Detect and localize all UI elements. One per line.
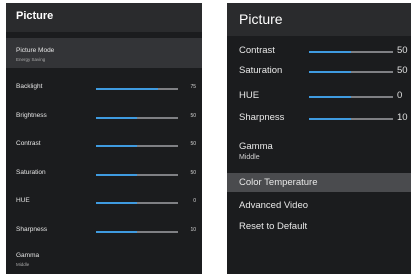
sharpness-label: Sharpness — [239, 112, 285, 123]
hue-slider-fill — [309, 96, 351, 98]
sharpness-label: Sharpness — [16, 226, 48, 233]
picture-mode-value: Energy Saving — [16, 57, 46, 62]
hue-label: HUE — [239, 90, 260, 101]
backlight-label: Backlight — [16, 83, 43, 90]
brightness-item[interactable]: Brightness 50 — [6, 109, 202, 125]
contrast-item[interactable]: Contrast 50 — [6, 137, 202, 153]
gamma-value: Middle — [16, 262, 30, 267]
saturation-item[interactable]: Saturation 50 — [6, 166, 202, 182]
saturation-label: Saturation — [239, 65, 283, 76]
gamma-value: Middle — [239, 154, 260, 161]
gamma-label: Gamma — [239, 141, 273, 152]
gamma-label: Gamma — [16, 252, 40, 259]
menu-title: Picture — [16, 10, 54, 22]
picture-menu-left: Picture Picture Mode Energy Saving Backl… — [6, 3, 202, 274]
menu-header: Picture — [6, 3, 202, 32]
gamma-item[interactable]: Gamma Middle — [227, 139, 411, 165]
saturation-item[interactable]: Saturation 50 — [227, 62, 411, 80]
hue-value: 0 — [397, 90, 403, 101]
picture-mode-label: Picture Mode — [16, 47, 55, 54]
sharpness-slider-fill — [309, 118, 351, 120]
hue-slider-fill — [96, 202, 137, 204]
brightness-value: 50 — [190, 113, 196, 119]
saturation-slider-fill — [96, 174, 137, 176]
hue-item[interactable]: HUE 0 — [6, 194, 202, 210]
brightness-slider-fill — [96, 117, 137, 119]
menu-title: Picture — [239, 11, 283, 27]
picture-mode-item[interactable]: Picture Mode Energy Saving — [6, 38, 202, 68]
contrast-item[interactable]: Contrast 50 — [227, 42, 411, 60]
sharpness-slider-fill — [96, 231, 137, 233]
backlight-value: 75 — [190, 84, 196, 90]
sharpness-slider[interactable] — [309, 118, 393, 120]
hue-item[interactable]: HUE 0 — [227, 87, 411, 105]
advanced-video-label: Advanced Video — [239, 200, 309, 211]
color-temperature-item[interactable]: Color Temperature — [227, 173, 411, 192]
sharpness-slider[interactable] — [96, 231, 178, 233]
saturation-slider-fill — [309, 71, 351, 73]
contrast-label: Contrast — [239, 45, 275, 56]
brightness-slider[interactable] — [96, 117, 178, 119]
sharpness-item[interactable]: Sharpness 10 — [227, 109, 411, 127]
contrast-value: 50 — [397, 45, 408, 56]
backlight-item[interactable]: Backlight 75 — [6, 80, 202, 96]
contrast-value: 50 — [190, 141, 196, 147]
color-temperature-label: Color Temperature — [239, 177, 318, 188]
saturation-label: Saturation — [16, 169, 46, 176]
reset-to-default-item[interactable]: Reset to Default — [227, 217, 411, 235]
contrast-slider[interactable] — [309, 51, 393, 53]
sharpness-value: 10 — [190, 227, 196, 233]
saturation-slider[interactable] — [96, 174, 178, 176]
reset-to-default-label: Reset to Default — [239, 221, 308, 232]
brightness-label: Brightness — [16, 112, 47, 119]
backlight-slider[interactable] — [96, 88, 178, 90]
advanced-video-item[interactable]: Advanced Video — [227, 196, 411, 214]
contrast-label: Contrast — [16, 140, 41, 147]
saturation-value: 50 — [190, 170, 196, 176]
hue-slider[interactable] — [309, 96, 393, 98]
contrast-slider-fill — [96, 145, 137, 147]
hue-value: 0 — [193, 198, 196, 204]
sharpness-item[interactable]: Sharpness 10 — [6, 223, 202, 239]
gamma-item[interactable]: Gamma Middle — [6, 248, 202, 274]
picture-menu-right: Picture Contrast 50 Saturation 50 HUE 0 … — [227, 3, 411, 274]
contrast-slider-fill — [309, 51, 351, 53]
sharpness-value: 10 — [397, 112, 408, 123]
saturation-slider[interactable] — [309, 71, 393, 73]
saturation-value: 50 — [397, 65, 408, 76]
menu-header: Picture — [227, 3, 411, 36]
backlight-slider-fill — [96, 88, 158, 90]
hue-label: HUE — [16, 197, 30, 204]
hue-slider[interactable] — [96, 202, 178, 204]
contrast-slider[interactable] — [96, 145, 178, 147]
